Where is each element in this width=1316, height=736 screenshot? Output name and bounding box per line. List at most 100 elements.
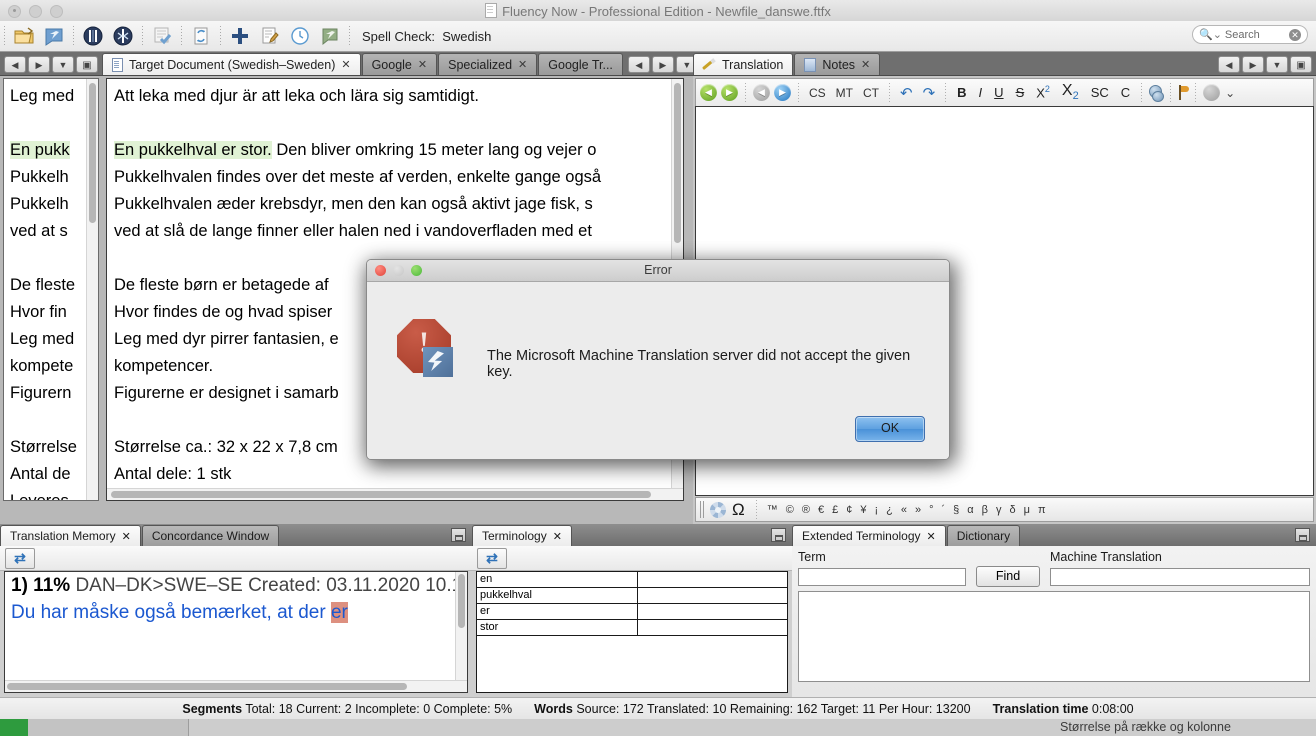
right-tab-list-dropdown-button[interactable]: ▼	[1266, 56, 1288, 73]
symbol-cent[interactable]: ¢	[843, 504, 855, 516]
scrollbar-thumb[interactable]	[674, 83, 681, 243]
symbol-pound[interactable]: £	[829, 504, 841, 516]
refresh-button[interactable]: ⇄	[477, 547, 507, 569]
symbol-euro[interactable]: €	[815, 504, 827, 516]
right-tab-maximize-button[interactable]: ▣	[1290, 56, 1312, 73]
tab-scroll-right-button[interactable]: ▶	[28, 56, 50, 73]
minimize-panel-button[interactable]	[451, 528, 466, 542]
scrollbar-thumb[interactable]	[89, 83, 96, 223]
source-segment[interactable]: Antal de	[4, 461, 98, 488]
omega-icon[interactable]: Ω	[728, 500, 749, 520]
machine-translation-input[interactable]	[1050, 567, 1310, 586]
document-segment[interactable]: ved at slå de lange finner eller halen n…	[107, 218, 683, 245]
refresh-button[interactable]: ⇄	[5, 547, 35, 569]
previous-untranslated-button[interactable]: ◀	[753, 84, 770, 101]
add-icon[interactable]	[229, 25, 251, 47]
dialog-zoom-button[interactable]	[411, 265, 422, 276]
search-input[interactable]: Search	[1225, 29, 1289, 41]
source-segment-active[interactable]: En pukk	[4, 137, 98, 164]
clock-icon[interactable]	[289, 25, 311, 47]
terminology-table[interactable]: en pukkelhval er stor	[476, 571, 788, 693]
source-column-scrollbar[interactable]	[86, 79, 98, 500]
tab-extended-terminology[interactable]: Extended Terminology ✕	[792, 525, 946, 546]
dialog-minimize-button[interactable]	[393, 265, 404, 276]
scrollbar-thumb[interactable]	[111, 491, 651, 498]
green-flag-icon[interactable]	[319, 25, 341, 47]
concordance-search-button[interactable]: CS	[804, 86, 831, 100]
search-box[interactable]: 🔍⌄ Search ✕	[1192, 25, 1308, 44]
table-row[interactable]: pukkelhval	[477, 588, 787, 604]
context-translation-button[interactable]: CT	[858, 86, 884, 100]
open-folder-icon[interactable]	[13, 25, 35, 47]
source-segment[interactable]: kompete	[4, 353, 98, 380]
tab-google[interactable]: Google ✕	[361, 53, 438, 75]
refresh-document-icon[interactable]	[190, 25, 212, 47]
minimize-panel-button[interactable]	[1295, 528, 1310, 542]
tab-terminology[interactable]: Terminology ✕	[472, 525, 572, 546]
clear-search-icon[interactable]: ✕	[1289, 28, 1301, 41]
undo-button[interactable]: ↶	[895, 84, 918, 102]
dialog-close-button[interactable]	[375, 265, 386, 276]
tab-dictionary[interactable]: Dictionary	[946, 525, 1021, 546]
source-segment[interactable]: Leveres	[4, 488, 98, 500]
table-row[interactable]: stor	[477, 620, 787, 636]
caps-button[interactable]: C	[1115, 85, 1136, 100]
source-segment[interactable]: De fleste	[4, 272, 98, 299]
document-horizontal-scrollbar[interactable]	[107, 488, 683, 500]
next-untranslated-button[interactable]: ▶	[774, 84, 791, 101]
document-segment[interactable]: Att leka med djur är att leka och lära s…	[107, 83, 683, 110]
tm-horizontal-scrollbar[interactable]	[5, 680, 467, 692]
symbol-beta[interactable]: β	[979, 504, 991, 516]
split-segment-icon[interactable]	[82, 25, 104, 47]
close-tab-icon[interactable]: ✕	[553, 530, 562, 543]
symbol-bar-handle[interactable]	[700, 501, 704, 518]
save-flag-icon[interactable]	[43, 25, 65, 47]
tab-scroll-left-button[interactable]: ◀	[4, 56, 26, 73]
tab-list-dropdown-button[interactable]: ▼	[52, 56, 74, 73]
mark-segment-flag-icon[interactable]	[1176, 85, 1190, 100]
source-segment[interactable]: Størrelse	[4, 434, 98, 461]
term-input[interactable]	[798, 567, 966, 586]
symbol-pi[interactable]: π	[1035, 504, 1049, 516]
tab-scroll-left-button-2[interactable]: ◀	[627, 56, 650, 73]
symbol-registered[interactable]: ®	[799, 504, 813, 516]
source-segment[interactable]: Hvor fin	[4, 299, 98, 326]
symbol-degree[interactable]: °	[926, 504, 936, 516]
tab-notes[interactable]: Notes ✕	[794, 53, 881, 75]
close-tab-icon[interactable]: ✕	[518, 58, 527, 71]
smallcaps-button[interactable]: SC	[1085, 85, 1115, 100]
tab-specialized[interactable]: Specialized ✕	[438, 53, 538, 75]
symbol-alpha[interactable]: α	[964, 504, 976, 516]
previous-segment-button[interactable]: ◀	[700, 84, 717, 101]
merge-segment-icon[interactable]	[112, 25, 134, 47]
tab-concordance-window[interactable]: Concordance Window	[141, 525, 280, 546]
extended-terminology-results[interactable]	[798, 591, 1310, 682]
source-segment[interactable]: Figurern	[4, 380, 98, 407]
underline-button[interactable]: U	[988, 85, 1009, 100]
close-tab-icon[interactable]: ✕	[418, 58, 427, 71]
strikethrough-button[interactable]: S	[1010, 85, 1031, 100]
scrollbar-thumb[interactable]	[7, 683, 407, 690]
close-tab-icon[interactable]: ✕	[122, 530, 131, 543]
tab-google-translate[interactable]: Google Tr...	[538, 53, 623, 75]
chevron-down-icon[interactable]: ⌄	[1222, 86, 1238, 100]
tab-translation-memory[interactable]: Translation Memory ✕	[0, 525, 141, 546]
translation-memory-results[interactable]: 1) 11% DAN–DK>SWE–SE Created: 03.11.2020…	[4, 571, 468, 693]
confirm-segment-icon[interactable]	[151, 25, 173, 47]
symbol-delta[interactable]: δ	[1006, 504, 1018, 516]
table-row[interactable]: en	[477, 572, 787, 588]
italic-button[interactable]: I	[973, 85, 989, 100]
source-segment[interactable]: Pukkelh	[4, 191, 98, 218]
tab-target-document[interactable]: Target Document (Swedish–Sweden) ✕	[102, 53, 361, 75]
symbol-tm[interactable]: ™	[764, 504, 781, 516]
symbol-gamma[interactable]: γ	[993, 504, 1005, 516]
source-segment[interactable]: Leg med	[4, 83, 98, 110]
spell-check-status[interactable]: Spell Check: Swedish	[362, 29, 491, 44]
gear-icon[interactable]	[710, 501, 726, 518]
tm-scrollbar[interactable]	[455, 572, 467, 692]
tm-result-source[interactable]: Du har måske også bemærket, at der er	[5, 599, 467, 626]
bold-button[interactable]: B	[951, 85, 972, 100]
right-tab-scroll-right-button[interactable]: ▶	[1242, 56, 1264, 73]
symbol-inverted-exclamation[interactable]: ¡	[871, 504, 881, 516]
subscript-button[interactable]: X2	[1056, 82, 1085, 102]
